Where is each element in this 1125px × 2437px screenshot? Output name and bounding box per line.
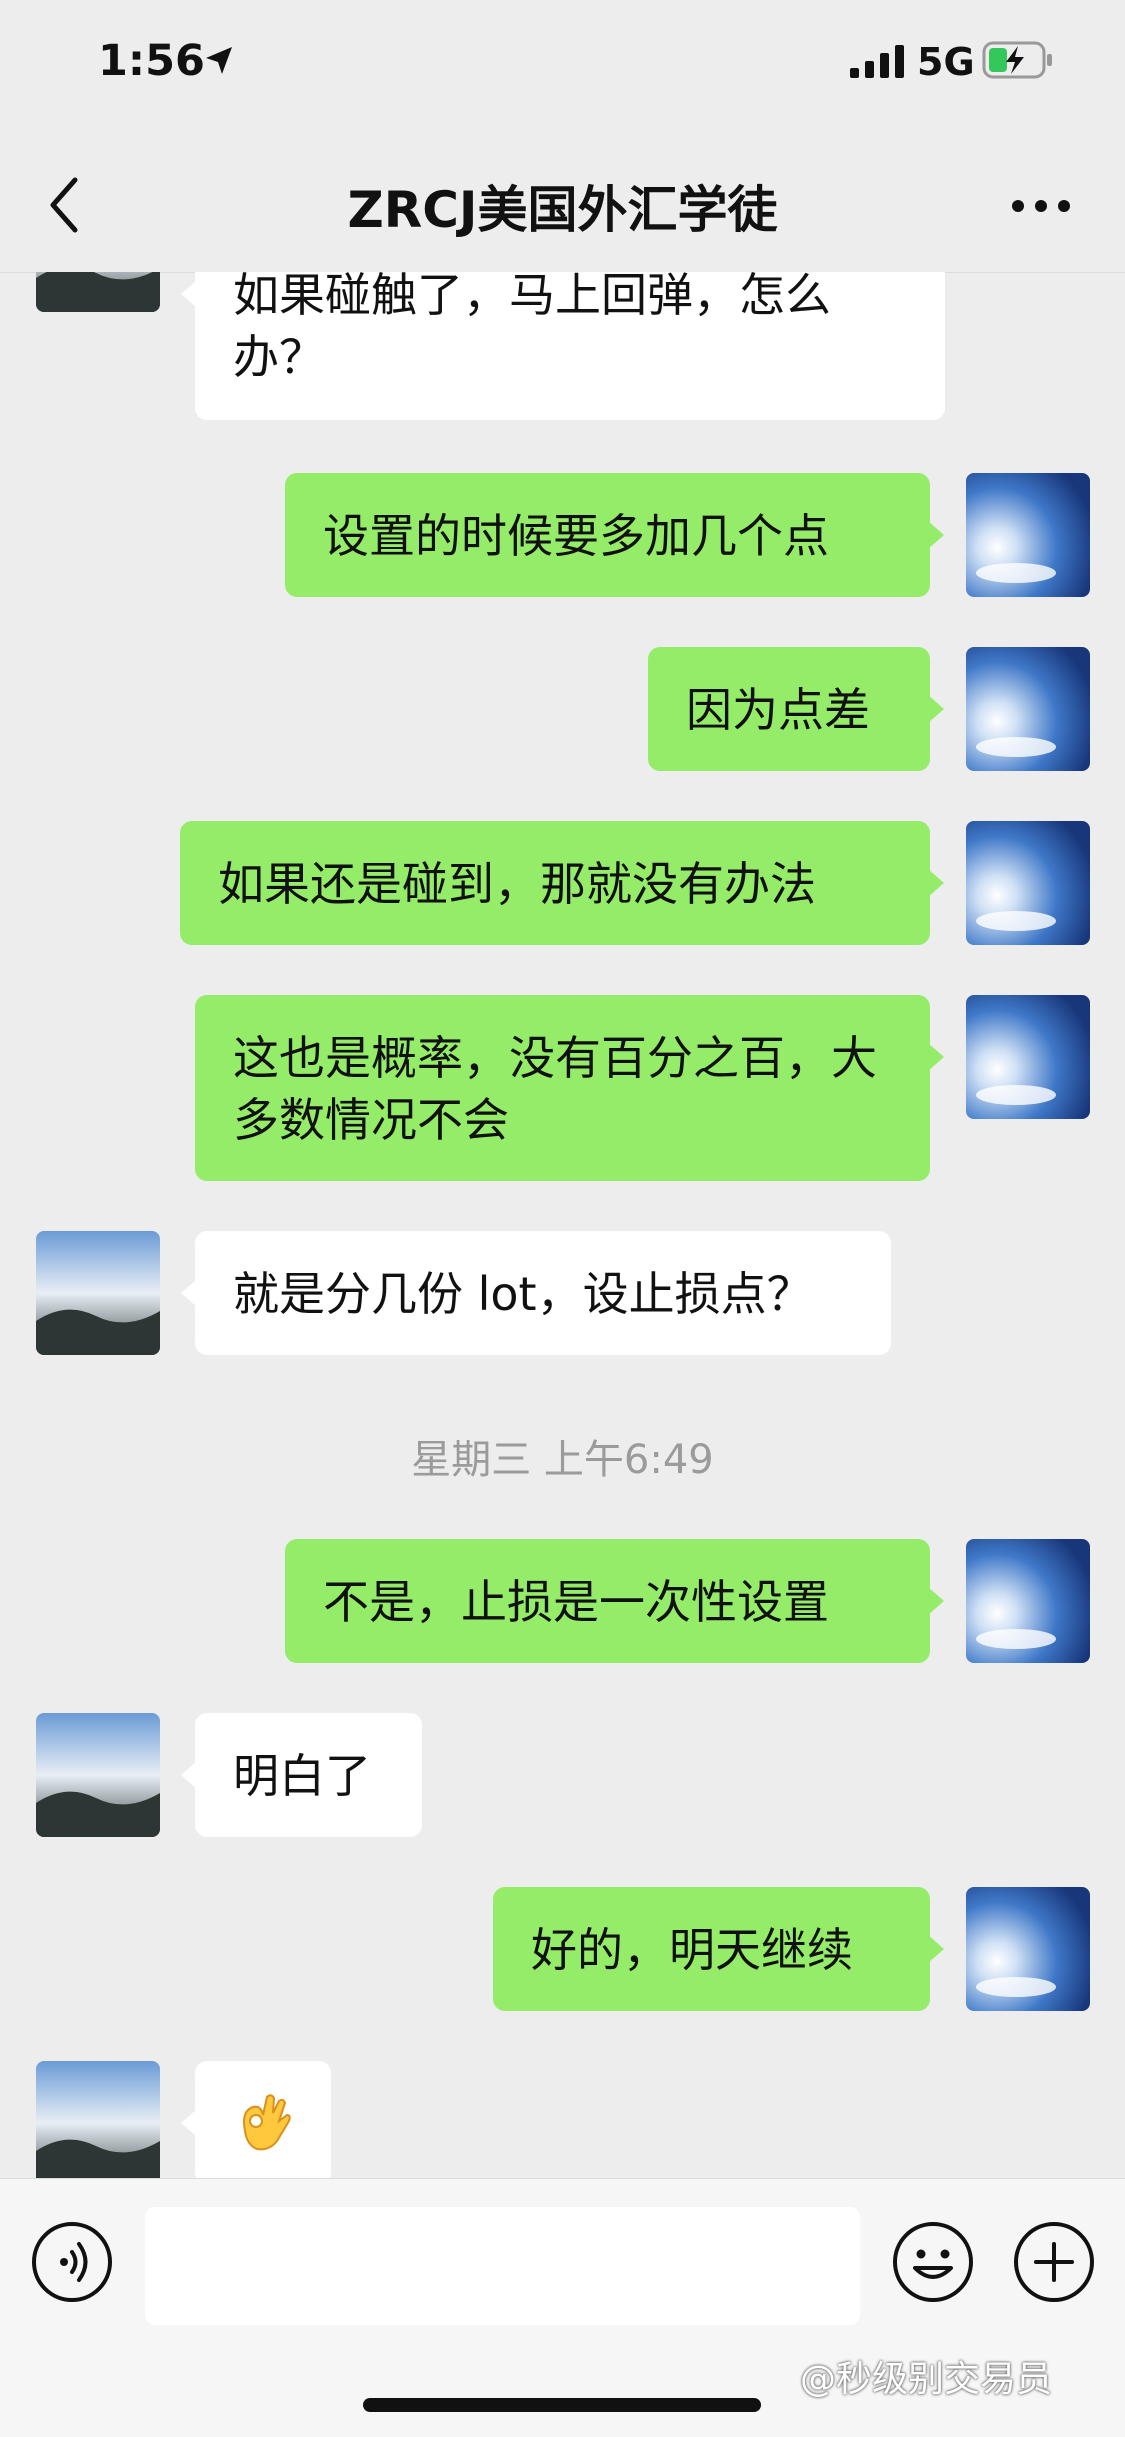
message-bubble-received[interactable]: 如果碰触了，马上回弹，怎么办？: [181, 272, 945, 420]
plus-circle-icon[interactable]: [1012, 2220, 1096, 2304]
message-bubble-sent[interactable]: 设置的时候要多加几个点: [285, 473, 944, 597]
home-indicator[interactable]: [363, 2398, 761, 2412]
network-label: 5G: [917, 40, 975, 84]
contact-avatar[interactable]: [36, 2061, 160, 2178]
message-bubble-sent[interactable]: 好的，明天继续: [493, 1887, 944, 2011]
message-bubble-received[interactable]: 明白了: [181, 1713, 422, 1837]
status-time: 1:56: [98, 36, 205, 86]
message-bubble-sent[interactable]: 这也是概率，没有百分之百，大多数情况不会: [195, 995, 944, 1181]
my-avatar[interactable]: [966, 647, 1090, 771]
message-bubble-sent[interactable]: 如果还是碰到，那就没有办法: [180, 821, 944, 945]
my-avatar[interactable]: [966, 473, 1090, 597]
my-avatar[interactable]: [966, 995, 1090, 1119]
battery-charging-icon: [982, 41, 1052, 79]
my-avatar[interactable]: [966, 821, 1090, 945]
signal-icon: [850, 45, 904, 78]
my-avatar[interactable]: [966, 1539, 1090, 1663]
chat-area[interactable]: 如果碰触了，马上回弹，怎么办？ 设置的时候要多加几个点 因为点差 如果还是碰到，…: [0, 272, 1125, 2178]
message-bubble-sent[interactable]: 因为点差: [648, 647, 944, 771]
message-bubble-received[interactable]: 就是分几份 lot，设止损点？: [181, 1231, 891, 1355]
more-dots-icon[interactable]: [1010, 196, 1072, 216]
smiley-icon[interactable]: [891, 2220, 975, 2304]
ok-hand-emoji: [243, 2094, 291, 2151]
chat-title: ZRCJ美国外汇学徒: [347, 181, 778, 239]
message-timestamp: 星期三 上午6:49: [411, 1437, 714, 1483]
contact-avatar[interactable]: [36, 272, 160, 312]
voice-icon[interactable]: [30, 2220, 114, 2304]
message-input[interactable]: [145, 2207, 860, 2325]
watermark: @秒级别交易员: [800, 2359, 1053, 2400]
message-bubble-sent[interactable]: 不是，止损是一次性设置: [285, 1539, 944, 1663]
my-avatar[interactable]: [966, 1887, 1090, 2011]
contact-avatar[interactable]: [36, 1713, 160, 1837]
contact-avatar[interactable]: [36, 1231, 160, 1355]
message-bubble-received[interactable]: [181, 2061, 331, 2178]
location-arrow-icon: [206, 47, 232, 74]
